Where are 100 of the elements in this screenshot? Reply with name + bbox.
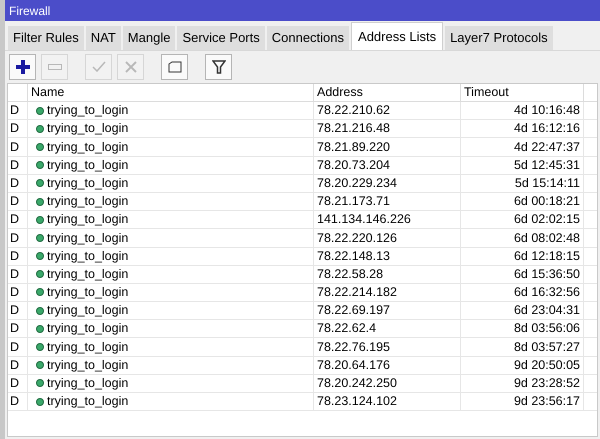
table-cell-text: trying_to_login bbox=[47, 338, 128, 356]
table-cell-text: 141.134.146.226 bbox=[317, 211, 411, 228]
flag-text: D bbox=[10, 320, 20, 338]
table-cell-text: trying_to_login bbox=[47, 156, 128, 174]
status-dot-icon bbox=[36, 306, 44, 315]
flag-text: D bbox=[10, 248, 20, 265]
table-cell-text: trying_to_login bbox=[47, 211, 128, 228]
tab[interactable]: Layer7 Protocols bbox=[445, 26, 553, 50]
table-cell-text: trying_to_login bbox=[47, 138, 128, 156]
flag-text: D bbox=[10, 174, 20, 192]
table-cell-text: trying_to_login bbox=[47, 356, 128, 374]
window-title: Firewall bbox=[9, 2, 50, 20]
flag-text: D bbox=[10, 356, 20, 374]
filter-button[interactable] bbox=[205, 54, 232, 80]
flag-text: D bbox=[10, 266, 20, 283]
table-cell-text: trying_to_login bbox=[47, 174, 128, 192]
table-cell-text: trying_to_login bbox=[47, 266, 128, 283]
plus-icon bbox=[16, 60, 30, 74]
minus-icon bbox=[48, 64, 62, 70]
column-header[interactable]: Timeout bbox=[461, 84, 584, 101]
add-button[interactable] bbox=[9, 54, 36, 80]
tab[interactable]: Address Lists bbox=[351, 22, 444, 50]
status-dot-icon bbox=[36, 106, 44, 115]
table-cell-text: 78.22.210.62 bbox=[317, 102, 390, 120]
tab[interactable]: NAT bbox=[86, 26, 121, 50]
table-cell-text: 5d 12:45:31 bbox=[514, 156, 580, 174]
flag-text: D bbox=[10, 120, 20, 138]
flag-text: D bbox=[10, 138, 20, 156]
table-cell-text: 6d 15:36:50 bbox=[514, 266, 580, 283]
status-dot-icon bbox=[36, 270, 44, 278]
table-cell-text: 78.22.76.195 bbox=[317, 338, 390, 356]
status-dot-icon bbox=[36, 234, 44, 242]
table-cell-text: trying_to_login bbox=[47, 302, 128, 320]
table-cell-text: 78.22.58.28 bbox=[317, 266, 384, 283]
table-cell-text: 78.22.214.182 bbox=[317, 284, 397, 302]
table-cell-text: 78.22.220.126 bbox=[317, 230, 397, 247]
flag-text: D bbox=[10, 375, 20, 392]
status-dot-icon bbox=[36, 398, 44, 406]
table-cell-text: 5d 15:14:11 bbox=[514, 174, 580, 192]
table-cell-text: 78.20.242.250 bbox=[317, 375, 397, 392]
table-cell-text: 78.22.148.13 bbox=[317, 248, 390, 265]
flag-text: D bbox=[10, 230, 20, 247]
table-cell-text: trying_to_login bbox=[47, 102, 128, 120]
table-cell-text: 78.21.89.220 bbox=[317, 138, 390, 156]
table-cell-text: 78.20.73.204 bbox=[317, 156, 390, 174]
comment-button[interactable] bbox=[161, 54, 188, 80]
table-cell-text: trying_to_login bbox=[47, 393, 128, 410]
table-cell-text: trying_to_login bbox=[47, 230, 128, 247]
table-cell-text: 78.20.229.234 bbox=[317, 174, 397, 192]
table-cell-text: 6d 16:32:56 bbox=[514, 284, 580, 302]
flag-text: D bbox=[10, 393, 20, 410]
table-cell-text: trying_to_login bbox=[47, 284, 128, 302]
table-cell-text: 6d 08:02:48 bbox=[514, 230, 580, 247]
column-header[interactable]: Address bbox=[314, 84, 461, 101]
flag-text: D bbox=[10, 102, 20, 120]
table-cell-text: 4d 22:47:37 bbox=[514, 138, 580, 156]
tab[interactable]: Service Ports bbox=[177, 26, 265, 50]
flag-text: D bbox=[10, 156, 20, 174]
status-dot-icon bbox=[36, 288, 44, 296]
filter-icon bbox=[212, 60, 226, 74]
table-cell-text: 9d 20:50:05 bbox=[514, 356, 580, 374]
status-dot-icon bbox=[36, 252, 44, 260]
status-dot-icon bbox=[36, 324, 44, 333]
table-cell-text: 6d 23:04:31 bbox=[514, 302, 580, 320]
status-dot-icon bbox=[36, 343, 44, 352]
table-cell-text: 4d 16:12:16 bbox=[514, 120, 580, 138]
flag-text: D bbox=[10, 284, 20, 302]
table-cell-text: trying_to_login bbox=[47, 120, 128, 138]
table-cell-text: trying_to_login bbox=[47, 193, 128, 210]
table-cell-text: 6d 02:02:15 bbox=[514, 211, 580, 228]
flag-text: D bbox=[10, 211, 20, 228]
tab[interactable]: Connections bbox=[266, 26, 350, 50]
flag-text: D bbox=[10, 338, 20, 356]
status-dot-icon bbox=[36, 379, 44, 388]
tab[interactable]: Filter Rules bbox=[8, 26, 84, 50]
status-dot-icon bbox=[36, 124, 44, 133]
table-cell-text: 6d 00:18:21 bbox=[514, 193, 580, 210]
status-dot-icon bbox=[36, 161, 44, 170]
check-icon bbox=[92, 61, 106, 73]
tab[interactable]: Mangle bbox=[122, 26, 176, 50]
table-cell-text: 78.21.216.48 bbox=[317, 120, 390, 138]
status-dot-icon bbox=[36, 142, 44, 151]
table-cell-text: 78.21.173.71 bbox=[317, 193, 390, 210]
status-dot-icon bbox=[36, 361, 44, 370]
status-dot-icon bbox=[36, 179, 44, 188]
flag-text: D bbox=[10, 302, 20, 320]
table-cell-text: 9d 23:28:52 bbox=[514, 375, 580, 392]
column-header[interactable]: Name bbox=[28, 84, 314, 101]
flag-text: D bbox=[10, 193, 20, 210]
cross-icon bbox=[124, 61, 136, 73]
table-cell-text: 9d 23:56:17 bbox=[514, 393, 580, 410]
table-cell-text: trying_to_login bbox=[47, 375, 128, 392]
table-cell-text: 6d 12:18:15 bbox=[514, 248, 580, 265]
table-cell-text: 78.22.69.197 bbox=[317, 302, 390, 320]
table-cell-text: 4d 10:16:48 bbox=[514, 102, 580, 120]
table-cell-text: 78.22.62.4 bbox=[317, 320, 376, 338]
table-cell-text: trying_to_login bbox=[47, 320, 128, 338]
note-icon bbox=[168, 61, 182, 73]
table-cell-text: 78.23.124.102 bbox=[317, 393, 397, 410]
status-dot-icon bbox=[36, 198, 44, 206]
